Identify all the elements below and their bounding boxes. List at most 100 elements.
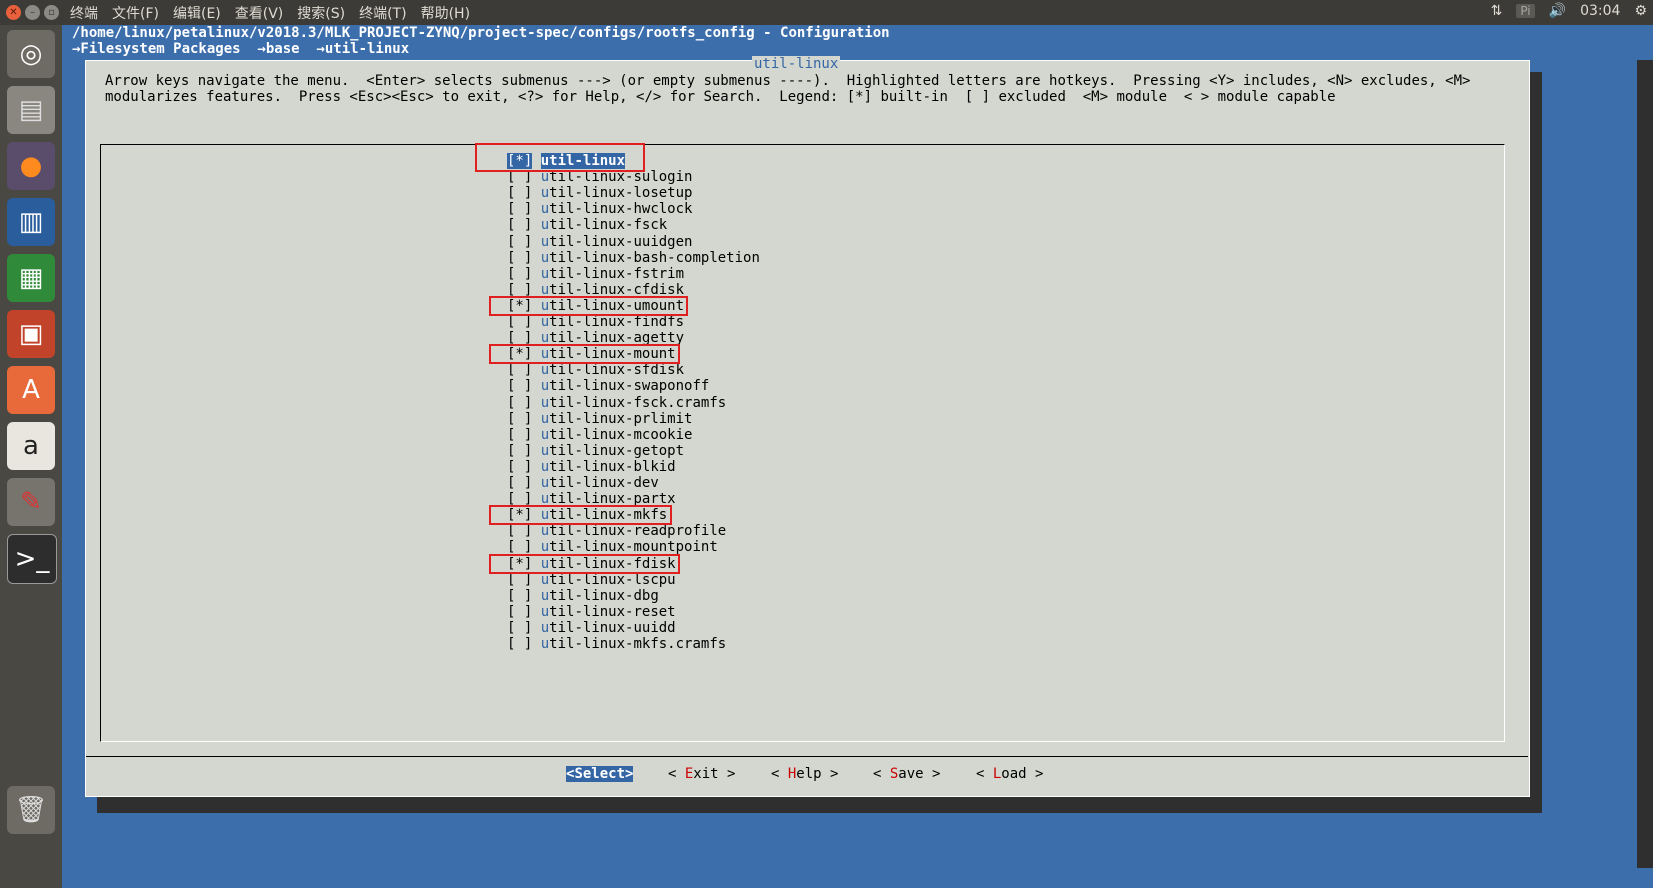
- option-item[interactable]: [ ] util-linux-bash-completion: [507, 250, 760, 266]
- option-label: util-linux-mkfs.cramfs: [541, 636, 726, 652]
- pi-input-indicator[interactable]: Pi: [1516, 4, 1535, 18]
- option-checkbox[interactable]: [*]: [507, 346, 532, 362]
- option-item[interactable]: [ ] util-linux-blkid: [507, 459, 676, 475]
- option-checkbox[interactable]: [ ]: [507, 282, 532, 298]
- option-checkbox[interactable]: [ ]: [507, 572, 532, 588]
- option-item[interactable]: [ ] util-linux-fsck: [507, 217, 667, 233]
- ubuntu-dash-icon[interactable]: ◎: [7, 30, 55, 78]
- menu-file[interactable]: 文件(F): [112, 3, 159, 23]
- menu-terminal[interactable]: 终端(T): [359, 3, 406, 23]
- option-checkbox[interactable]: [*]: [507, 153, 533, 169]
- software-center-icon[interactable]: A: [7, 366, 55, 414]
- option-checkbox[interactable]: [ ]: [507, 604, 532, 620]
- dialog-button[interactable]: < Help >: [771, 766, 838, 782]
- option-item[interactable]: [ ] util-linux-uuidd: [507, 620, 676, 636]
- option-checkbox[interactable]: [ ]: [507, 523, 532, 539]
- option-item[interactable]: [ ] util-linux-mountpoint: [507, 539, 718, 555]
- option-checkbox[interactable]: [ ]: [507, 217, 532, 233]
- option-item[interactable]: [ ] util-linux-fsck.cramfs: [507, 395, 726, 411]
- option-checkbox[interactable]: [ ]: [507, 234, 532, 250]
- option-item[interactable]: [*] util-linux: [507, 153, 626, 169]
- dialog-button[interactable]: < Exit >: [668, 766, 735, 782]
- option-label-rest: til-linux: [549, 153, 626, 169]
- option-item[interactable]: [ ] util-linux-partx: [507, 491, 676, 507]
- firefox-icon[interactable]: ●: [7, 142, 55, 190]
- option-checkbox[interactable]: [*]: [507, 507, 532, 523]
- writer-icon[interactable]: ▥: [7, 198, 55, 246]
- option-checkbox[interactable]: [ ]: [507, 395, 532, 411]
- option-checkbox[interactable]: [ ]: [507, 201, 532, 217]
- option-checkbox[interactable]: [ ]: [507, 266, 532, 282]
- settings-icon[interactable]: ✎: [7, 478, 55, 526]
- option-item[interactable]: [ ] util-linux-reset: [507, 604, 676, 620]
- option-item[interactable]: [ ] util-linux-hwclock: [507, 201, 692, 217]
- option-item[interactable]: [*] util-linux-mkfs: [507, 507, 667, 523]
- option-item[interactable]: [ ] util-linux-readprofile: [507, 523, 726, 539]
- option-item[interactable]: [ ] util-linux-cfdisk: [507, 282, 684, 298]
- menu-app-title[interactable]: 终端: [70, 3, 98, 23]
- menu-view[interactable]: 查看(V): [235, 3, 284, 23]
- menu-edit[interactable]: 编辑(E): [173, 3, 221, 23]
- option-checkbox[interactable]: [ ]: [507, 539, 532, 555]
- option-item[interactable]: [ ] util-linux-losetup: [507, 185, 692, 201]
- clock[interactable]: 03:04: [1580, 3, 1620, 19]
- amazon-icon[interactable]: a: [7, 422, 55, 470]
- option-checkbox[interactable]: [ ]: [507, 620, 532, 636]
- option-checkbox[interactable]: [ ]: [507, 411, 532, 427]
- option-item[interactable]: [ ] util-linux-agetty: [507, 330, 684, 346]
- volume-icon[interactable]: 🔊: [1549, 3, 1566, 19]
- options-list[interactable]: [100, 144, 1505, 742]
- minimize-window-button[interactable]: –: [25, 5, 40, 20]
- dialog-button[interactable]: < Load >: [976, 766, 1043, 782]
- maximize-window-button[interactable]: ▫: [44, 5, 59, 20]
- network-arrows-icon[interactable]: ⇅: [1491, 3, 1503, 19]
- impress-icon[interactable]: ▣: [7, 310, 55, 358]
- option-item[interactable]: [ ] util-linux-mkfs.cramfs: [507, 636, 726, 652]
- gear-icon[interactable]: ⚙: [1634, 3, 1647, 19]
- calc-icon[interactable]: ▦: [7, 254, 55, 302]
- option-item[interactable]: [ ] util-linux-lscpu: [507, 572, 676, 588]
- option-item[interactable]: [ ] util-linux-uuidgen: [507, 234, 692, 250]
- option-checkbox[interactable]: [ ]: [507, 330, 532, 346]
- trash-icon[interactable]: 🗑: [7, 786, 55, 834]
- option-item[interactable]: [*] util-linux-mount: [507, 346, 676, 362]
- option-checkbox[interactable]: [ ]: [507, 362, 532, 378]
- option-item[interactable]: [ ] util-linux-dev: [507, 475, 659, 491]
- option-item[interactable]: [ ] util-linux-sfdisk: [507, 362, 684, 378]
- dialog-button[interactable]: < Save >: [873, 766, 940, 782]
- option-hotkey: u: [540, 281, 550, 298]
- option-item[interactable]: [ ] util-linux-mcookie: [507, 427, 692, 443]
- option-checkbox[interactable]: [ ]: [507, 588, 532, 604]
- option-checkbox[interactable]: [ ]: [507, 427, 532, 443]
- option-item[interactable]: [ ] util-linux-prlimit: [507, 411, 692, 427]
- option-item[interactable]: [ ] util-linux-sulogin: [507, 169, 692, 185]
- option-item[interactable]: [*] util-linux-umount: [507, 298, 684, 314]
- option-item[interactable]: [ ] util-linux-getopt: [507, 443, 684, 459]
- option-checkbox[interactable]: [ ]: [507, 169, 532, 185]
- option-label: util-linux-fdisk: [541, 556, 676, 572]
- close-window-button[interactable]: ✕: [6, 5, 21, 20]
- option-checkbox[interactable]: [ ]: [507, 250, 532, 266]
- menu-help[interactable]: 帮助(H): [421, 3, 470, 23]
- option-checkbox[interactable]: [*]: [507, 298, 532, 314]
- option-checkbox[interactable]: [ ]: [507, 185, 532, 201]
- option-checkbox[interactable]: [ ]: [507, 491, 532, 507]
- option-checkbox[interactable]: [ ]: [507, 443, 532, 459]
- option-checkbox[interactable]: [ ]: [507, 378, 532, 394]
- option-item[interactable]: [ ] util-linux-fstrim: [507, 266, 684, 282]
- option-checkbox[interactable]: [ ]: [507, 636, 532, 652]
- button-bracket: <: [976, 766, 993, 782]
- terminal-icon[interactable]: >_: [7, 534, 57, 584]
- option-item[interactable]: [ ] util-linux-findfs: [507, 314, 684, 330]
- files-icon[interactable]: ▤: [7, 86, 55, 134]
- option-checkbox[interactable]: [ ]: [507, 475, 532, 491]
- menu-search[interactable]: 搜索(S): [297, 3, 345, 23]
- dialog-button[interactable]: <Select>: [566, 766, 634, 782]
- option-checkbox[interactable]: [*]: [507, 556, 532, 572]
- option-label: util-linux-losetup: [541, 185, 693, 201]
- option-item[interactable]: [*] util-linux-fdisk: [507, 556, 676, 572]
- option-checkbox[interactable]: [ ]: [507, 459, 532, 475]
- option-checkbox[interactable]: [ ]: [507, 314, 532, 330]
- option-item[interactable]: [ ] util-linux-swaponoff: [507, 378, 709, 394]
- option-item[interactable]: [ ] util-linux-dbg: [507, 588, 659, 604]
